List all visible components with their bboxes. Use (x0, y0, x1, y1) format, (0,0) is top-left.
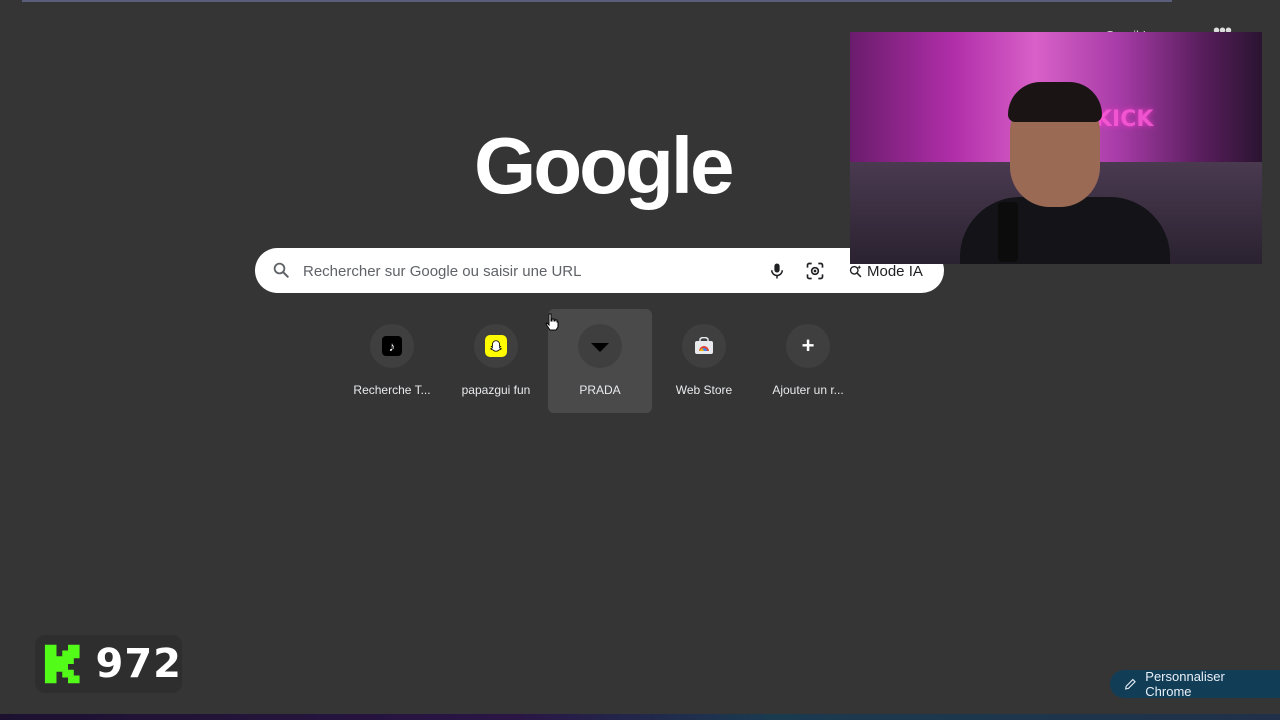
pencil-icon (1124, 678, 1136, 690)
shortcut-label: Web Store (675, 383, 733, 397)
streamer-hair (1008, 82, 1102, 122)
kick-viewer-count: 972 (95, 641, 182, 687)
snapchat-icon (485, 335, 507, 357)
mode-ia-label: Mode IA (867, 262, 923, 280)
webcam-overlay: KICK (850, 32, 1262, 264)
shortcut-snapchat[interactable]: papazgui fun (444, 309, 548, 413)
customize-label: Personnaliser Chrome (1145, 669, 1225, 699)
webcam-microphone (998, 202, 1018, 262)
shortcut-icon-holder: ♪ (370, 324, 414, 368)
shortcut-web-store[interactable]: Web Store (652, 309, 756, 413)
neon-sign: KICK (1095, 107, 1154, 132)
shortcut-label: Ajouter un r... (772, 383, 844, 397)
lens-icon[interactable] (805, 261, 825, 281)
shortcut-tiktok[interactable]: ♪ Recherche T... (340, 309, 444, 413)
web-store-icon (695, 337, 713, 354)
shortcut-icon-holder: + (786, 324, 830, 368)
customize-chrome-button[interactable]: Personnaliser Chrome (1110, 669, 1280, 699)
shortcut-icon-holder (578, 324, 622, 368)
streamer-body (960, 197, 1170, 264)
search-icon (273, 262, 289, 278)
tiktok-icon: ♪ (382, 336, 402, 356)
hand-cursor-icon (545, 313, 559, 331)
prada-triangle-icon (591, 342, 609, 352)
tab-strip-edge (22, 0, 1172, 2)
shortcut-label: Recherche T... (353, 383, 431, 397)
shortcut-add[interactable]: + Ajouter un r... (756, 309, 860, 413)
shortcut-label: papazgui fun (461, 383, 531, 397)
mic-icon[interactable] (768, 261, 786, 281)
plus-icon: + (801, 333, 815, 358)
kick-logo-icon (44, 644, 80, 684)
shortcut-prada[interactable]: PRADA (548, 309, 652, 413)
shortcut-icon-holder (682, 324, 726, 368)
ai-search-icon (849, 264, 862, 277)
taskbar-strip (0, 714, 1280, 720)
google-logo: Google (474, 121, 735, 210)
search-input[interactable] (303, 259, 743, 283)
shortcut-label: PRADA (579, 383, 621, 397)
kick-viewer-badge: 972 (35, 635, 182, 693)
shortcut-icon-holder (474, 324, 518, 368)
shortcuts-grid: ♪ Recherche T... papazgui fun PRADA Web … (340, 309, 860, 413)
